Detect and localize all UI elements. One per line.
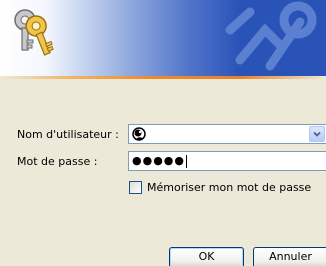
keys-icon [14,9,54,56]
password-field[interactable]: ●●●●● [128,151,326,171]
dialog-banner [0,0,326,76]
username-label: Nom d'utilisateur : [17,128,119,141]
password-label: Mot de passe : [17,155,98,168]
remember-password-label[interactable]: Mémoriser mon mot de passe [147,181,311,194]
password-value: ●●●●● [132,154,185,167]
text-caret [186,154,187,168]
remember-password-checkbox[interactable] [129,181,142,194]
user-icon [132,127,146,141]
username-dropdown-button[interactable] [309,126,325,142]
ok-button[interactable]: OK [169,247,244,266]
chevron-down-icon [313,131,321,137]
banner-stripe [0,76,326,79]
username-combobox[interactable] [128,124,326,144]
cancel-button[interactable]: Annuler [253,247,326,266]
keys-watermark-icon [225,1,317,71]
